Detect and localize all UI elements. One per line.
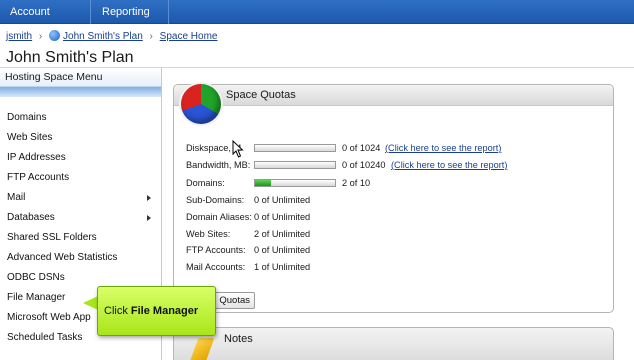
sidebar-item-mail[interactable]: Mail <box>0 188 161 208</box>
tutorial-callout: Click File Manager <box>97 286 216 336</box>
sidebar-item-odbc-dsns[interactable]: ODBC DSNs <box>0 268 161 288</box>
sidebar-item-label: Mail <box>7 192 26 203</box>
sidebar-header: Hosting Space Menu <box>0 68 161 87</box>
sidebar-item-ip-addresses[interactable]: IP Addresses <box>0 148 161 168</box>
globe-icon <box>49 30 61 41</box>
sidebar-item-domains[interactable]: Domains <box>0 108 161 128</box>
space-quotas-panel: Space Quotas Diskspace, M 0 of 1024 (Cli… <box>173 84 614 313</box>
breadcrumb-plan-link[interactable]: John Smith's Plan <box>63 31 143 42</box>
sidebar-item-label: Web Sites <box>7 132 53 143</box>
pencil-icon <box>189 338 215 360</box>
callout-target: File Manager <box>130 305 199 317</box>
reporting-label: Reporting <box>102 6 150 18</box>
sidebar-item-advanced-web-statistics[interactable]: Advanced Web Statistics <box>0 248 161 268</box>
quota-value: 0 of 1024 <box>342 143 381 153</box>
quota-value: 2 of 10 <box>342 178 371 188</box>
top-navigation: Account Home Reporting <box>0 0 634 42</box>
sidebar-item-label: FTP Accounts <box>7 172 70 183</box>
page-title: John Smith's Plan <box>6 49 134 66</box>
quota-value: 0 of Unlimited <box>254 195 311 205</box>
chevron-right-icon <box>147 215 151 221</box>
diskspace-report-link[interactable]: (Click here to see the report) <box>385 141 501 155</box>
sidebar-header-band <box>0 87 161 97</box>
quota-label: Domain Aliases: <box>186 212 252 222</box>
quota-label: FTP Accounts: <box>186 245 246 255</box>
callout-prefix: Click <box>104 305 128 317</box>
pie-chart-icon <box>181 84 221 124</box>
sidebar-item-label: Microsoft Web App <box>7 312 91 323</box>
sidebar-item-label: Domains <box>7 112 47 123</box>
quota-label: Bandwidth, MB: <box>186 160 251 170</box>
quota-value: 1 of Unlimited <box>254 262 311 272</box>
notes-title: Notes <box>224 333 253 345</box>
quota-label: Domains: <box>186 178 225 188</box>
callout-pointer <box>83 296 98 310</box>
sidebar-item-label: IP Addresses <box>7 152 66 163</box>
quota-label: Web Sites: <box>186 229 231 239</box>
breadcrumb-space-home-link[interactable]: Space Home <box>160 31 218 42</box>
edit-quotas-button[interactable]: Quotas <box>211 292 255 309</box>
quota-label: Sub-Domains: <box>186 195 245 205</box>
bandwidth-report-link[interactable]: (Click here to see the report) <box>391 158 507 172</box>
bandwidth-progress-bar <box>254 161 336 169</box>
breadcrumb-separator: › <box>149 31 153 42</box>
sidebar-item-label: File Manager <box>7 292 66 303</box>
sidebar-item-ftp-accounts[interactable]: FTP Accounts <box>0 168 161 188</box>
space-quotas-title: Space Quotas <box>226 89 296 101</box>
quota-label: Diskspace, M <box>186 143 242 153</box>
breadcrumb-separator: › <box>38 31 43 42</box>
report-link-text: (Click here to see the report) <box>391 160 508 170</box>
mouse-cursor-icon <box>232 140 244 158</box>
reporting-menu[interactable]: Reporting <box>92 0 169 39</box>
account-home-tab[interactable]: Account Home <box>0 0 91 42</box>
quota-value: 0 of Unlimited <box>254 212 311 222</box>
sidebar-item-label: Advanced Web Statistics <box>7 252 118 263</box>
sidebar-item-databases[interactable]: Databases <box>0 208 161 228</box>
quota-value: 0 of 10240 <box>342 160 386 170</box>
report-link-text: (Click here to see the report) <box>385 143 502 153</box>
domains-progress-bar <box>254 179 336 187</box>
sidebar-item-label: Databases <box>7 212 55 223</box>
chevron-right-icon <box>147 195 151 201</box>
breadcrumb: jsmith › John Smith's Plan › Space Home <box>6 30 217 42</box>
breadcrumb-user-link[interactable]: jsmith <box>6 31 32 42</box>
sidebar-item-label: ODBC DSNs <box>7 272 65 283</box>
progress-fill <box>255 180 271 186</box>
sidebar-item-label: Shared SSL Folders <box>7 232 97 243</box>
quota-value: 0 of Unlimited <box>254 245 311 255</box>
diskspace-progress-bar <box>254 144 336 152</box>
sidebar-item-web-sites[interactable]: Web Sites <box>0 128 161 148</box>
quota-value: 2 of Unlimited <box>254 229 311 239</box>
sidebar-item-label: Scheduled Tasks <box>7 332 83 343</box>
sidebar-item-shared-ssl-folders[interactable]: Shared SSL Folders <box>0 228 161 248</box>
quota-label: Mail Accounts: <box>186 262 246 272</box>
notes-panel: Notes <box>173 327 614 360</box>
